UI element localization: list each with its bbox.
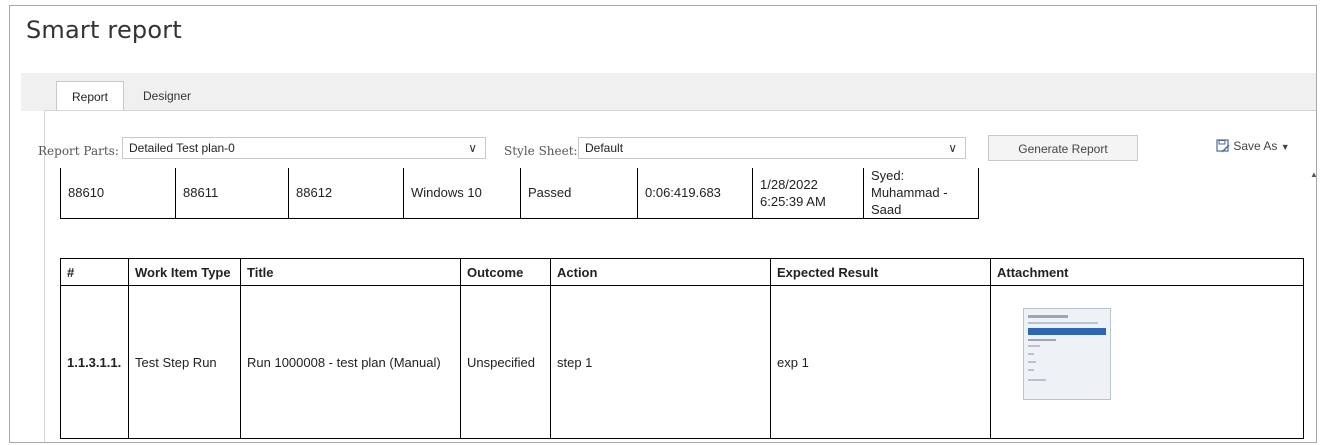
run-summary-table: 88610 88611 88612 Windows 10 Passed 0:06… [60, 168, 979, 219]
test-steps-table: # Work Item Type Title Outcome Action Ex… [60, 258, 1304, 439]
report-viewer[interactable]: 88610 88611 88612 Windows 10 Passed 0:06… [45, 168, 1307, 442]
report-parts-label: Report Parts: [38, 144, 119, 158]
style-sheet-dropdown[interactable]: Default ∨ [578, 137, 966, 159]
table-cell: Test Step Run [128, 285, 241, 439]
attachment-thumbnail[interactable] [1023, 308, 1111, 400]
table-cell: 88610 [60, 168, 176, 219]
save-as-button[interactable]: Save As ▼ [1216, 139, 1290, 153]
save-as-label: Save As [1233, 139, 1278, 153]
table-row: 1.1.3.1.1. Test Step Run Run 1000008 - t… [60, 285, 1304, 439]
table-row: 88610 88611 88612 Windows 10 Passed 0:06… [60, 168, 979, 219]
table-cell: step 1 [550, 285, 771, 439]
report-parts-value: Detailed Test plan-0 [129, 141, 235, 155]
column-header: Attachment [990, 258, 1304, 286]
table-cell: exp 1 [770, 285, 991, 439]
table-cell: 0:06:419.683 [637, 168, 753, 219]
table-cell: Windows 10 [403, 168, 521, 219]
column-header: Title [240, 258, 461, 286]
smart-report-window: Smart report Report Designer Report Part… [9, 5, 1317, 443]
tab-report[interactable]: Report [56, 81, 124, 112]
save-as-icon [1216, 139, 1230, 153]
table-header-row: # Work Item Type Title Outcome Action Ex… [60, 258, 1304, 286]
column-header: Outcome [460, 258, 551, 286]
tab-bar: Report Designer [21, 73, 1316, 112]
report-parts-dropdown[interactable]: Detailed Test plan-0 ∨ [122, 137, 486, 159]
chevron-down-icon: ∨ [468, 141, 477, 155]
column-header: # [60, 258, 129, 286]
app-title: Smart report [26, 16, 182, 44]
generate-report-button[interactable]: Generate Report [988, 135, 1138, 161]
report-toolbar: Report Parts: Detailed Test plan-0 ∨ Sty… [38, 131, 1316, 167]
table-cell: Run 1000008 - test plan (Manual) [240, 285, 461, 439]
table-cell: Syed: Muhammad - Saad [863, 168, 979, 219]
vertical-scrollbar[interactable]: ▲ [1307, 168, 1316, 442]
table-cell: 1.1.3.1.1. [60, 285, 129, 439]
horizontal-scrollbar[interactable] [45, 442, 1307, 443]
table-cell: 88611 [175, 168, 289, 219]
table-cell: Unspecified [460, 285, 551, 439]
table-cell: 88612 [288, 168, 404, 219]
chevron-down-icon: ∨ [948, 141, 957, 155]
column-header: Expected Result [770, 258, 991, 286]
style-sheet-value: Default [585, 141, 624, 155]
table-cell: Passed [520, 168, 638, 219]
scroll-up-arrow-icon[interactable]: ▲ [1310, 170, 1316, 179]
column-header: Action [550, 258, 771, 286]
column-header: Work Item Type [128, 258, 241, 286]
style-sheet-label: Style Sheet: [504, 144, 578, 158]
table-cell: 1/28/2022 6:25:39 AM [752, 168, 864, 219]
tab-designer[interactable]: Designer [127, 81, 207, 111]
attachment-image [1024, 309, 1110, 399]
caret-down-icon: ▼ [1280, 142, 1290, 152]
